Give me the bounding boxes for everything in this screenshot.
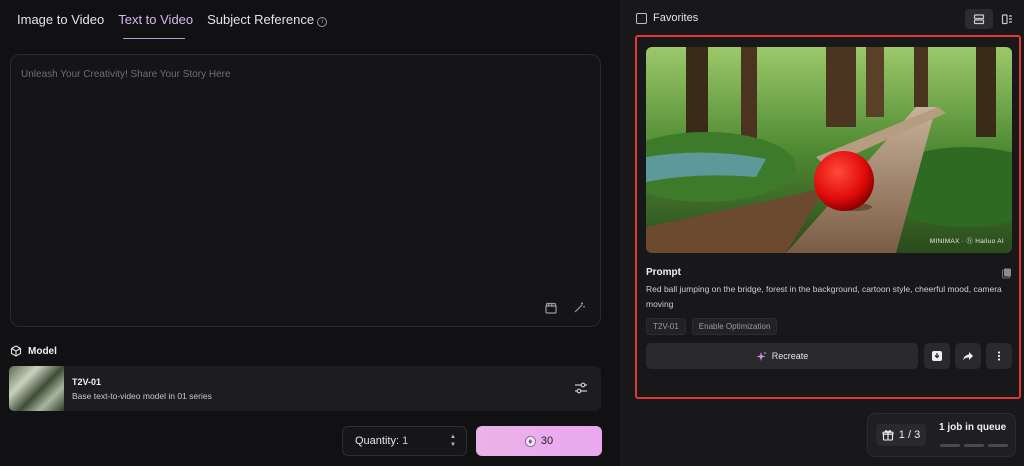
prompt-title: Prompt [646, 267, 681, 278]
queue-progress-segment [988, 444, 1008, 447]
prompt-input[interactable] [21, 69, 581, 80]
info-icon[interactable]: i [317, 17, 328, 27]
model-name: T2V-01 [72, 377, 102, 387]
model-thumbnail [9, 366, 64, 411]
left-panel: Image to Video Text to Video Subject Ref… [0, 0, 620, 466]
tab-text-to-video[interactable]: Text to Video [118, 12, 193, 27]
view-toggle [965, 9, 1021, 29]
prompt-box [10, 54, 601, 327]
model-label-text: Model [28, 345, 57, 357]
queue-progress [940, 444, 1008, 447]
model-selector[interactable]: T2V-01 Base text-to-video model in 01 se… [9, 366, 601, 411]
detail-view-icon[interactable] [993, 9, 1021, 29]
tab-image-to-video[interactable]: Image to Video [17, 12, 104, 27]
job-queue-widget[interactable]: 1 / 3 1 job in queue [867, 413, 1016, 457]
tab-subject-reference-label: Subject Reference [207, 12, 315, 27]
favorites-checkbox[interactable] [636, 12, 647, 24]
queue-counter: 1 / 3 [876, 424, 926, 446]
favorites-label: Favorites [653, 12, 699, 24]
video-watermark: MINIMAX · ⓗ Hailuo AI [929, 238, 1004, 245]
mode-tabs: Image to Video Text to Video Subject Ref… [17, 12, 341, 27]
share-icon [963, 352, 973, 361]
list-view-icon[interactable] [965, 9, 993, 29]
quantity-stepper[interactable]: Quantity: 1 ▲ ▼ [342, 426, 467, 456]
credits-icon [524, 435, 536, 447]
magic-wand-icon[interactable] [571, 300, 587, 316]
download-icon [932, 351, 942, 361]
sparkle-icon [756, 351, 767, 361]
copy-icon[interactable] [1001, 266, 1013, 279]
model-tag: T2V-01 [646, 318, 686, 335]
video-frame-image [646, 47, 1012, 253]
clapperboard-icon[interactable] [543, 300, 559, 316]
more-options-button[interactable] [986, 343, 1012, 369]
more-vertical-icon [997, 351, 1001, 361]
generate-button[interactable]: 30 [476, 426, 602, 456]
queue-status-text: 1 job in queue [939, 422, 1007, 433]
sliders-icon[interactable] [573, 380, 589, 396]
video-preview[interactable]: MINIMAX · ⓗ Hailuo AI [646, 47, 1012, 253]
queue-count-text: 1 / 3 [898, 429, 921, 441]
optimization-tag: Enable Optimization [691, 318, 778, 335]
gift-icon [882, 430, 894, 441]
favorites-filter[interactable]: Favorites [636, 12, 698, 24]
active-tab-indicator [123, 38, 185, 39]
card-actions: Recreate [646, 343, 1012, 369]
cube-icon [10, 345, 22, 357]
stepper-arrows-icon[interactable]: ▲ ▼ [450, 433, 456, 449]
model-section-label: Model [10, 345, 57, 357]
model-description: Base text-to-video model in 01 series [72, 391, 212, 401]
generate-cost: 30 [540, 435, 554, 447]
queue-progress-segment [940, 444, 960, 447]
quantity-label: Quantity: [355, 435, 400, 447]
right-panel: Favorites MINIMAX · ⓗ Hailuo AI Prompt R… [620, 0, 1024, 466]
quantity-value: 1 [402, 435, 409, 447]
download-button[interactable] [924, 343, 950, 369]
prompt-text: Red ball jumping on the bridge, forest i… [646, 284, 1002, 309]
recreate-button[interactable]: Recreate [646, 343, 918, 369]
tag-list: T2V-01 Enable Optimization [646, 318, 778, 335]
recreate-label: Recreate [771, 351, 809, 361]
share-button[interactable] [955, 343, 981, 369]
tab-subject-reference[interactable]: Subject Reference i [207, 12, 328, 27]
queue-progress-segment [964, 444, 984, 447]
video-result-card[interactable]: MINIMAX · ⓗ Hailuo AI Prompt Red ball ju… [635, 35, 1021, 399]
